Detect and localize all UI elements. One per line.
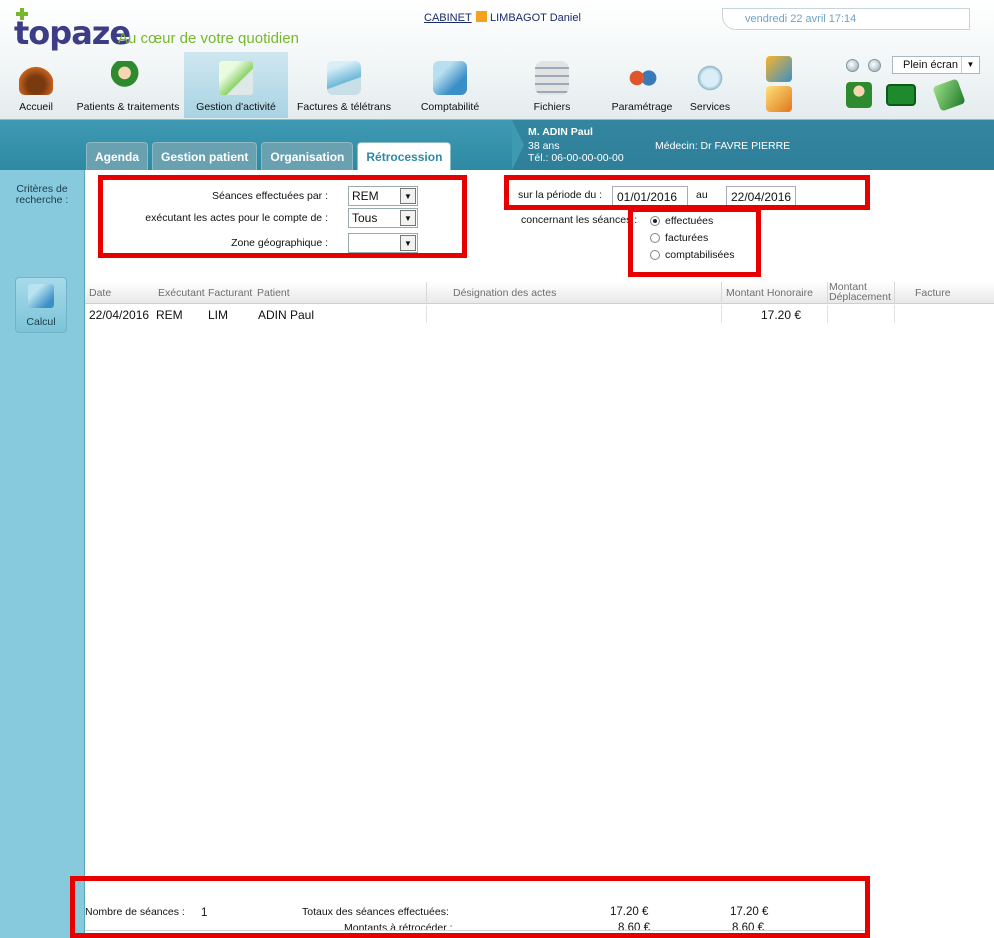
patient-doctor: Médecin: Dr FAVRE PIERRE (655, 140, 791, 152)
patient-name: M. ADIN Paul (528, 126, 593, 138)
col-executant[interactable]: Exécutant (158, 287, 205, 299)
nav-label: Factures & télétrans (297, 101, 391, 113)
col-montant-honoraire[interactable]: Montant Honoraire (726, 287, 813, 299)
topaze-logo: topaze (14, 8, 131, 52)
nav-fichiers[interactable]: Fichiers (500, 52, 604, 118)
date-box: vendredi 22 avril 17:14 (722, 8, 970, 30)
nav-factures[interactable]: Factures & télétrans (288, 52, 400, 118)
patient-icon (111, 61, 145, 95)
column-divider (827, 305, 828, 323)
doctor-icon[interactable] (846, 82, 872, 108)
nav-label: Paramétrage (611, 101, 673, 113)
col-montant-deplacement[interactable]: Montant Déplacement (829, 282, 895, 303)
cell-date: 22/04/2016 (89, 308, 150, 322)
cell-facturant: LIM (208, 308, 229, 322)
pencil-icon[interactable] (766, 86, 792, 112)
nav-parametrage[interactable]: Paramétrage (604, 52, 680, 118)
column-divider (827, 282, 828, 304)
results-grid (85, 304, 994, 704)
highlight-box-criteria (98, 175, 467, 258)
tabs: Agenda Gestion patient Organisation Rétr… (86, 142, 452, 170)
nav-accueil[interactable]: Accueil (0, 52, 72, 118)
highlight-box-totals (70, 876, 870, 938)
patient-panel: M. ADIN Paul 38 ans Tél.: 06-00-00-00-00… (512, 120, 994, 170)
column-divider (894, 282, 895, 304)
col-patient[interactable]: Patient (257, 287, 290, 299)
tab-retrocession[interactable]: Rétrocession (357, 142, 452, 170)
nav-patients[interactable]: Patients & traitements (72, 52, 184, 118)
cabinet-link[interactable]: CABINET (424, 12, 472, 24)
col-designation[interactable]: Désignation des actes (453, 287, 556, 299)
col-date[interactable]: Date (89, 287, 111, 299)
nav-comptabilite[interactable]: Comptabilité (400, 52, 500, 118)
highlight-box-seances (628, 207, 761, 277)
table-row[interactable]: 22/04/2016 REM LIM ADIN Paul 17.20 € (85, 305, 994, 323)
current-date: vendredi 22 avril 17:14 (745, 13, 857, 25)
fullscreen-label: Plein écran (903, 59, 959, 71)
calcul-button[interactable]: Calcul (15, 277, 67, 333)
right-tools: Plein écran ▼ (760, 52, 990, 118)
cell-patient: ADIN Paul (258, 308, 315, 322)
vitale-card-icon[interactable] (886, 84, 916, 106)
highlight-box-period (504, 175, 870, 210)
folder-icon (219, 61, 253, 95)
column-divider (721, 282, 722, 304)
col-facturant[interactable]: Facturant (208, 287, 252, 299)
nav-label: Accueil (19, 101, 53, 113)
forward-circle-icon[interactable] (868, 59, 881, 72)
nav-label: Gestion d'activité (196, 101, 276, 113)
accounting-icon (433, 61, 467, 95)
tab-agenda[interactable]: Agenda (86, 142, 149, 170)
house-icon (19, 61, 53, 95)
column-divider (894, 305, 895, 323)
tagline: Au cœur de votre quotidien (118, 30, 299, 47)
tab-bar: Agenda Gestion patient Organisation Rétr… (0, 120, 994, 170)
card-reader-icon[interactable] (932, 78, 966, 112)
patient-phone: Tél.: 06-00-00-00-00 (528, 152, 624, 164)
calcul-label: Calcul (26, 316, 56, 328)
gears-icon (625, 61, 659, 95)
chart-icon[interactable] (766, 56, 792, 82)
left-sidebar: Critères de recherche : Calcul (0, 170, 85, 938)
calculator-icon (28, 284, 54, 308)
cell-executant: REM (156, 308, 183, 322)
nav-gestion-activite[interactable]: Gestion d'activité (184, 52, 288, 118)
table-header: Date Exécutant Facturant Patient Désigna… (85, 282, 994, 304)
col-facture[interactable]: Facture (915, 287, 951, 299)
nav-services[interactable]: Services (680, 52, 740, 118)
nav-label: Services (689, 101, 731, 113)
logo-text: topaze (14, 14, 131, 52)
back-circle-icon[interactable] (846, 59, 859, 72)
app-header: topaze Au cœur de votre quotidien CABINE… (0, 0, 994, 120)
nav-label: Fichiers (533, 101, 571, 113)
fullscreen-select[interactable]: Plein écran ▼ (892, 56, 980, 74)
globe-icon (693, 61, 727, 95)
panel-arrow (512, 120, 524, 170)
user-status-icon (476, 11, 487, 22)
plus-cross-icon (16, 8, 28, 20)
column-divider (721, 305, 722, 323)
nav-label: Comptabilité (420, 101, 480, 113)
column-divider (426, 305, 427, 323)
top-info-bar: CABINET LIMBAGOT Daniel vendredi 22 avri… (312, 8, 972, 32)
current-user: LIMBAGOT Daniel (490, 12, 581, 24)
column-divider (426, 282, 427, 304)
tab-gestion-patient[interactable]: Gestion patient (152, 142, 258, 170)
cell-honoraire: 17.20 € (761, 308, 802, 322)
invoice-icon (327, 61, 361, 95)
files-icon (535, 61, 569, 95)
patient-age: 38 ans (528, 140, 560, 152)
chevron-down-icon: ▼ (961, 57, 979, 73)
nav-label: Patients & traitements (76, 101, 180, 113)
tab-organisation[interactable]: Organisation (261, 142, 354, 170)
criteria-label: Critères de recherche : (15, 183, 69, 206)
main-nav: Accueil Patients & traitements Gestion d… (0, 52, 740, 118)
